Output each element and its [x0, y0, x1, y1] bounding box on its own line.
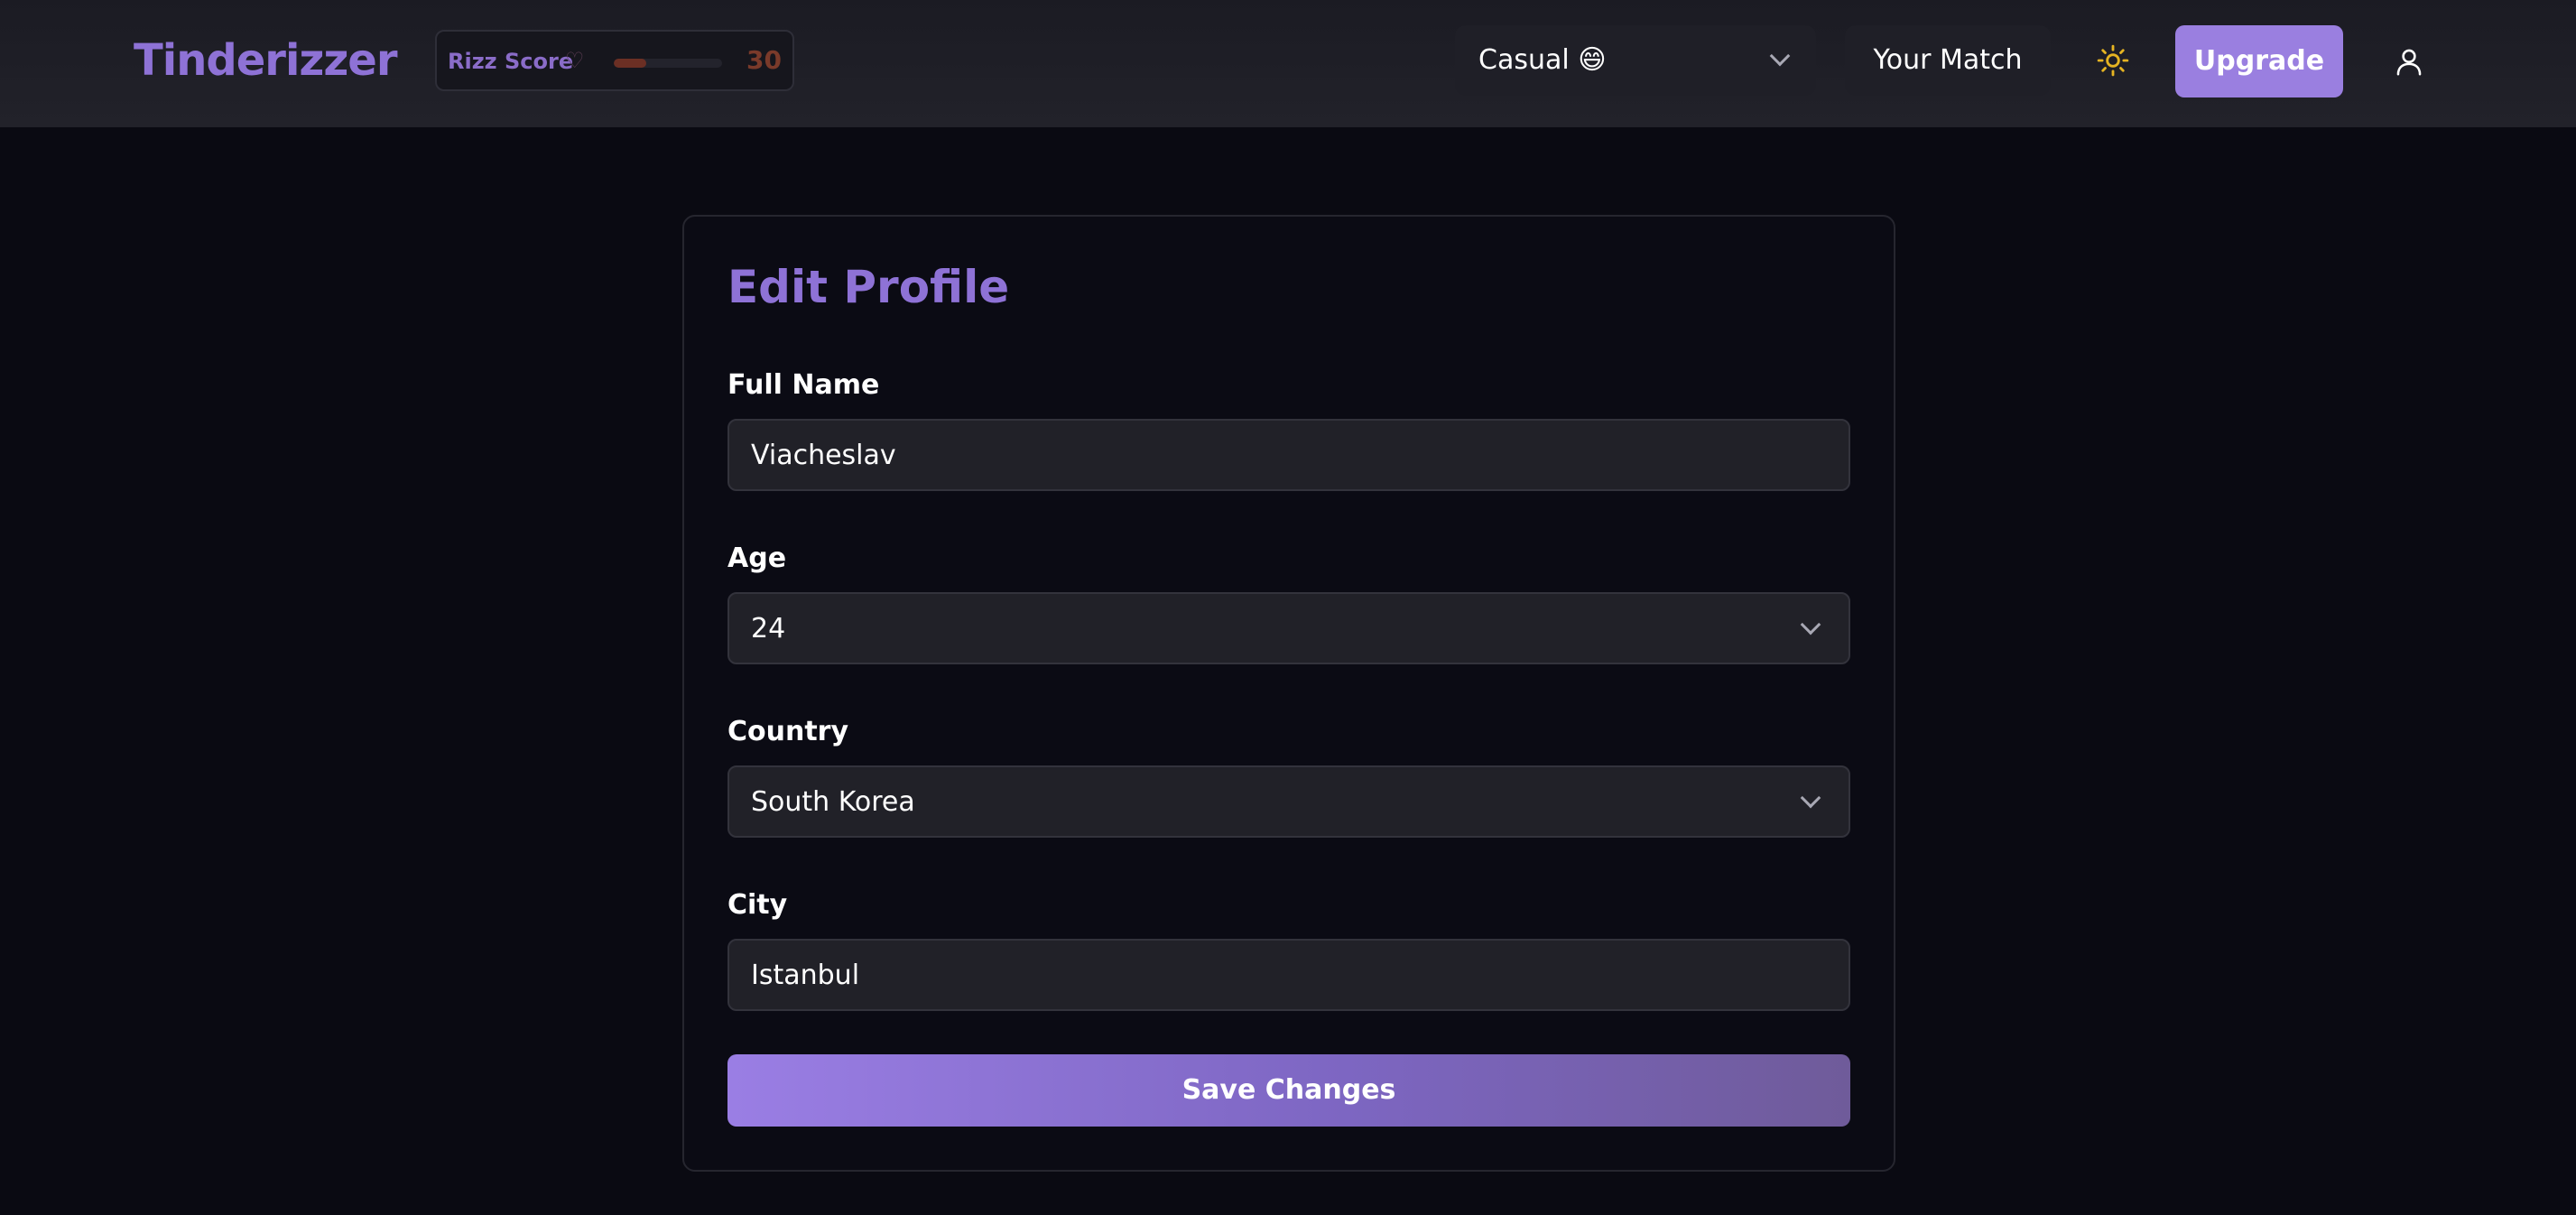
full-name-label: Full Name — [727, 369, 880, 401]
chevron-down-icon — [1800, 614, 1821, 635]
age-value: 24 — [751, 613, 786, 645]
city-label: City — [727, 889, 788, 921]
city-value: Istanbul — [751, 960, 860, 991]
user-icon[interactable] — [2394, 45, 2424, 78]
city-input[interactable]: Istanbul — [727, 939, 1850, 1011]
rizz-score-label: Rizz Score — [448, 49, 574, 74]
country-label: Country — [727, 716, 849, 747]
save-changes-button[interactable]: Save Changes — [727, 1054, 1850, 1127]
upgrade-button[interactable]: Upgrade — [2175, 25, 2343, 97]
your-match-button[interactable]: Your Match — [1845, 25, 2051, 96]
top-navigation-bar: Tinderizzer Rizz Score ♡ 30 Casual 😄 You… — [0, 0, 2576, 127]
rizz-score-progress-fill — [614, 59, 646, 68]
full-name-input[interactable]: Viacheslav — [727, 419, 1850, 491]
age-label: Age — [727, 543, 787, 574]
app-logo[interactable]: Tinderizzer — [134, 29, 398, 92]
conversation-mode-value: Casual 😄 — [1478, 44, 1607, 76]
heart-icon: ♡ — [565, 48, 585, 73]
chevron-down-icon — [1769, 45, 1791, 67]
age-select[interactable]: 24 — [727, 592, 1850, 664]
sun-icon[interactable] — [2096, 43, 2130, 78]
country-select[interactable]: South Korea — [727, 765, 1850, 838]
rizz-score-value: 30 — [746, 45, 782, 75]
chevron-down-icon — [1800, 787, 1821, 809]
conversation-mode-select[interactable]: Casual 😄 — [1455, 25, 1816, 96]
full-name-value: Viacheslav — [751, 440, 896, 471]
rizz-score-progress-bar — [614, 59, 722, 68]
country-value: South Korea — [751, 786, 915, 818]
edit-profile-card: Edit Profile Full Name Viacheslav Age 24… — [682, 215, 1895, 1172]
page-title: Edit Profile — [727, 261, 1010, 313]
rizz-score-widget: Rizz Score ♡ 30 — [435, 30, 794, 91]
